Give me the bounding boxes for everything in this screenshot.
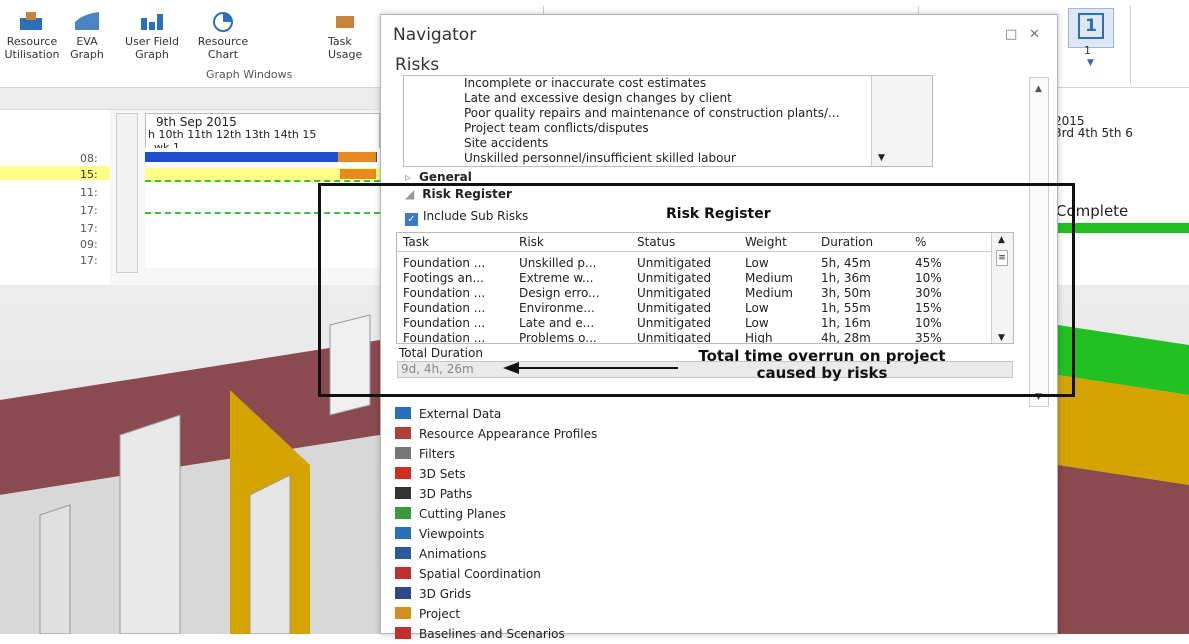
menu-item-label: 3D Paths bbox=[419, 487, 473, 501]
scroll-up-icon[interactable]: ▲ bbox=[1035, 84, 1042, 94]
viewpoints-icon bbox=[395, 527, 411, 539]
menu-item-label: 3D Sets bbox=[419, 467, 466, 481]
menu-item-label: Cutting Planes bbox=[419, 507, 506, 521]
navigator-menu-item[interactable]: 3D Sets bbox=[395, 464, 695, 484]
menu-item-label: Project bbox=[419, 607, 461, 621]
number-button[interactable]: 1 bbox=[1068, 8, 1114, 48]
navigator-menu-item[interactable]: Cutting Planes bbox=[395, 504, 695, 524]
expand-icon[interactable]: ▹ bbox=[405, 170, 411, 184]
partition-shape bbox=[249, 474, 291, 634]
row-time: 17: bbox=[80, 222, 98, 235]
navigator-menu-item[interactable]: Animations bbox=[395, 544, 695, 564]
dependency-line bbox=[145, 180, 380, 182]
list-item[interactable]: Site accidents bbox=[404, 136, 932, 151]
appearance-profiles-icon bbox=[395, 427, 411, 439]
risk-list: Incomplete or inaccurate cost estimates … bbox=[403, 75, 933, 167]
navigator-title: Navigator bbox=[393, 25, 477, 45]
spatial-coordination-icon bbox=[395, 567, 411, 579]
right-day-header: 3rd 4th 5th 6 bbox=[1054, 126, 1133, 140]
partition-shape bbox=[119, 414, 181, 634]
ribbon-label: User Field Graph bbox=[125, 35, 179, 61]
restore-icon[interactable]: □ bbox=[1005, 27, 1017, 42]
row-time: 17: bbox=[80, 204, 98, 217]
ribbon-label: Task Usage bbox=[328, 35, 363, 61]
3d-paths-icon bbox=[395, 487, 411, 499]
navigator-menu-item[interactable]: Baselines and Scenarios bbox=[395, 624, 695, 644]
row-time: 15: bbox=[80, 168, 98, 181]
user-field-graph-button[interactable]: User Field Graph bbox=[112, 4, 192, 61]
day-header: h 10th 11th 12th 13th 14th 15 bbox=[148, 128, 317, 141]
eva-graph-button[interactable]: EVA Graph bbox=[62, 4, 112, 61]
wall-shape bbox=[1058, 465, 1189, 634]
animations-icon bbox=[395, 547, 411, 559]
number-icon: 1 bbox=[1078, 13, 1104, 39]
3d-grids-icon bbox=[395, 587, 411, 599]
gantt-scrollbar[interactable] bbox=[116, 113, 138, 273]
external-data-icon bbox=[395, 407, 411, 419]
task-usage-button[interactable]: Task Usage bbox=[328, 4, 378, 61]
navigator-menu-item[interactable]: Project bbox=[395, 604, 695, 624]
eva-graph-icon bbox=[75, 12, 99, 30]
task-usage-icon bbox=[336, 16, 354, 28]
gantt-task-column: 08: 15: 11: 17: 17: 09: 17: bbox=[0, 110, 110, 285]
partition-shape bbox=[39, 504, 71, 634]
section-general[interactable]: ▹ General bbox=[405, 170, 472, 184]
project-icon bbox=[395, 607, 411, 619]
ribbon-separator bbox=[1130, 6, 1131, 84]
menu-item-label: Baselines and Scenarios bbox=[419, 627, 565, 641]
menu-item-label: Viewpoints bbox=[419, 527, 485, 541]
row-time: 08: bbox=[80, 152, 98, 165]
section-label: General bbox=[419, 170, 472, 184]
resource-utilisation-icon bbox=[20, 12, 42, 30]
menu-item-label: External Data bbox=[419, 407, 502, 421]
navigator-menu-item[interactable]: Spatial Coordination bbox=[395, 564, 695, 584]
list-item[interactable]: Poor quality repairs and maintenance of … bbox=[404, 106, 932, 121]
ribbon-label: EVA Graph bbox=[70, 35, 104, 61]
resource-utilisation-button[interactable]: Resource Utilisation bbox=[2, 4, 62, 61]
row-time: 09: bbox=[80, 238, 98, 251]
cutting-planes-icon bbox=[395, 507, 411, 519]
date-header: 9th Sep 2015 bbox=[156, 115, 237, 129]
gantt-bar[interactable] bbox=[340, 169, 376, 179]
navigator-menu-item[interactable]: External Data bbox=[395, 404, 695, 424]
user-field-graph-icon bbox=[141, 14, 163, 30]
number-caption: 1 bbox=[1084, 44, 1091, 57]
row-time: 11: bbox=[80, 186, 98, 199]
gantt-toolbar-band bbox=[0, 88, 380, 110]
list-item[interactable]: Project team conflicts/disputes bbox=[404, 121, 932, 136]
gantt-bar[interactable] bbox=[338, 152, 376, 162]
navigator-menu-item[interactable]: 3D Grids bbox=[395, 584, 695, 604]
resource-chart-icon bbox=[213, 12, 233, 32]
scroll-down-icon[interactable]: ▼ bbox=[878, 151, 885, 166]
ribbon-label: Resource Utilisation bbox=[4, 35, 60, 61]
navigator-menu-item[interactable]: Resource Appearance Profiles bbox=[395, 424, 695, 444]
navigator-menu-item[interactable]: Viewpoints bbox=[395, 524, 695, 544]
row-time: 17: bbox=[80, 254, 98, 267]
baselines-icon bbox=[395, 627, 411, 639]
menu-item-label: Animations bbox=[419, 547, 487, 561]
group-label: Graph Windows bbox=[206, 68, 293, 81]
list-item[interactable]: Incomplete or inaccurate cost estimates bbox=[404, 76, 932, 91]
navigator-menu: External Data Resource Appearance Profile… bbox=[395, 404, 695, 644]
menu-item-label: Resource Appearance Profiles bbox=[419, 427, 598, 441]
list-item[interactable]: Unskilled personnel/insufficient skilled… bbox=[404, 151, 932, 166]
menu-item-label: Filters bbox=[419, 447, 455, 461]
close-icon[interactable]: ✕ bbox=[1029, 27, 1040, 42]
filter-icon bbox=[395, 447, 411, 459]
navigator-menu-item[interactable]: 3D Paths bbox=[395, 484, 695, 504]
annotation-box bbox=[318, 183, 1075, 397]
menu-item-label: Spatial Coordination bbox=[419, 567, 541, 581]
navigator-menu-item[interactable]: Filters bbox=[395, 444, 695, 464]
3d-sets-icon bbox=[395, 467, 411, 479]
list-item[interactable]: Late and excessive design changes by cli… bbox=[404, 91, 932, 106]
risk-list-scrollbar[interactable]: ▼ bbox=[871, 76, 932, 166]
ribbon-label: Resource Chart bbox=[197, 35, 249, 61]
resource-chart-button[interactable]: Resource Chart bbox=[188, 4, 258, 61]
navigator-subtitle: Risks bbox=[395, 55, 440, 75]
menu-item-label: 3D Grids bbox=[419, 587, 472, 601]
chevron-down-icon[interactable]: ▼ bbox=[1087, 58, 1094, 68]
